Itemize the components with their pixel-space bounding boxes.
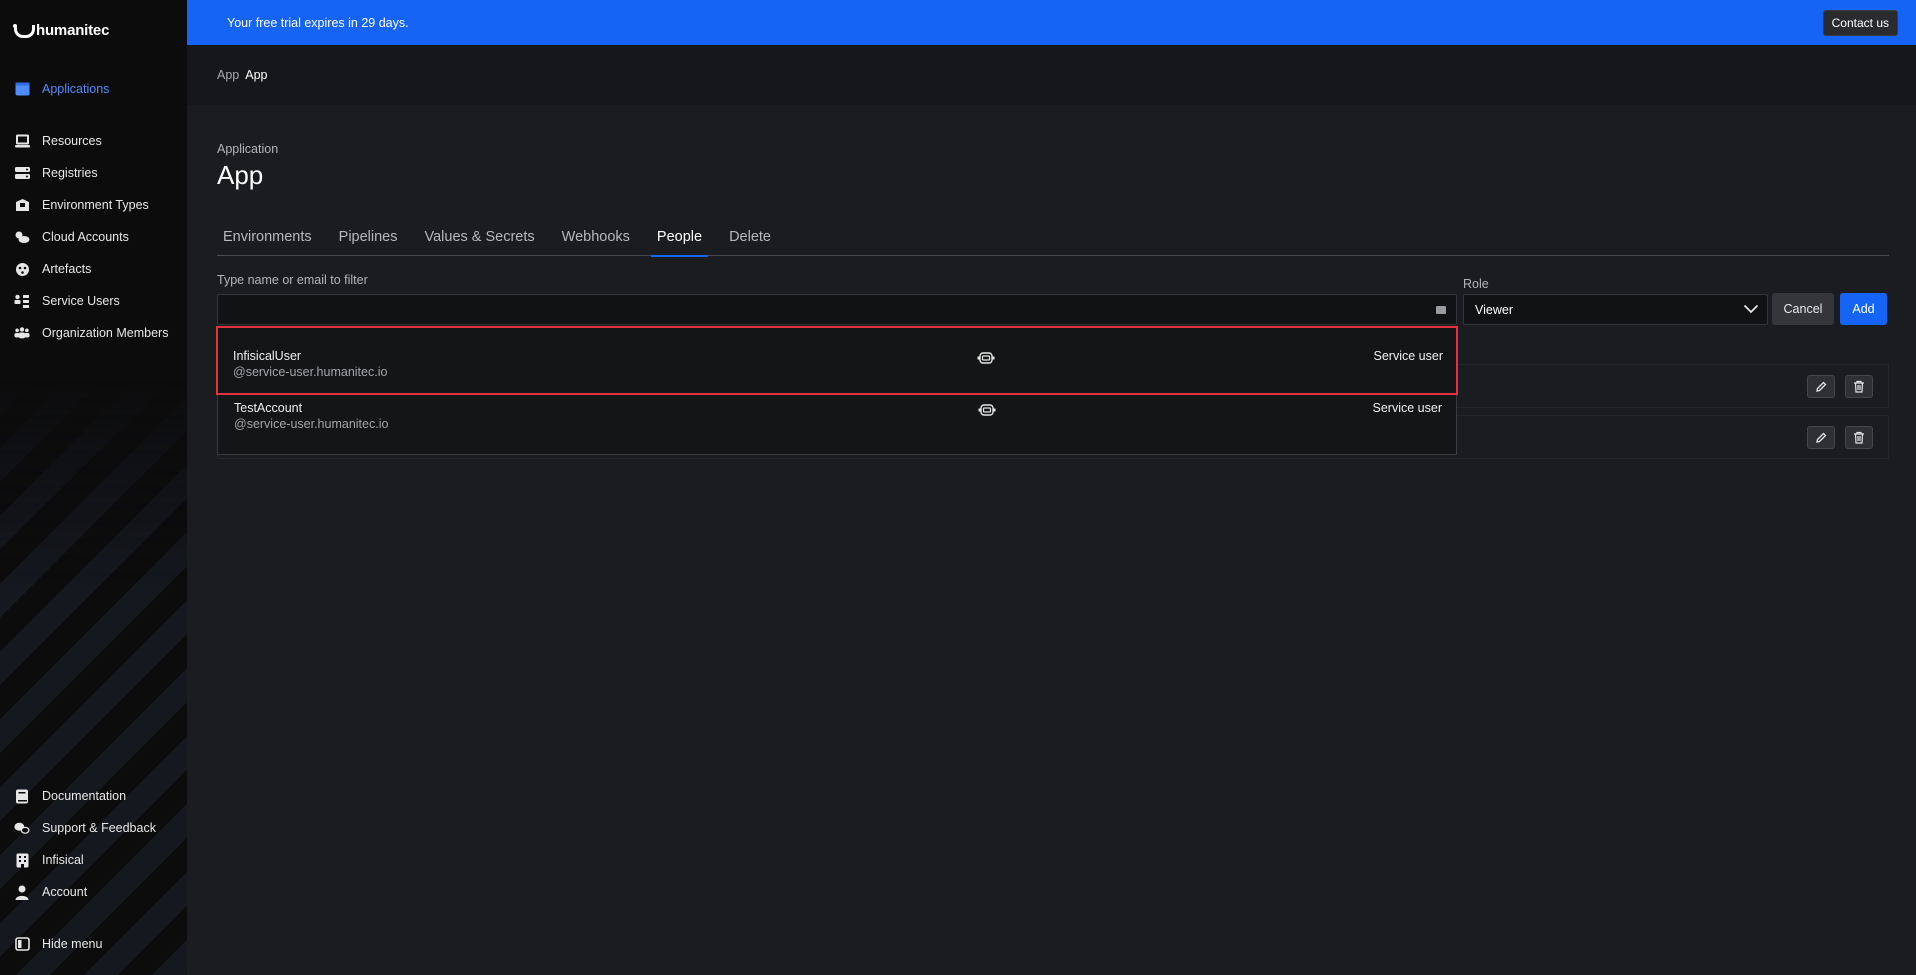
sidebar-item-environment-types[interactable]: Environment Types: [14, 195, 149, 215]
sidebar-item-service-users[interactable]: Service Users: [14, 291, 120, 311]
trial-banner: Your free trial expires in 29 days. Cont…: [187, 0, 1916, 45]
tab-bar: Environments Pipelines Values & Secrets …: [217, 222, 1889, 257]
resources-icon: [14, 133, 30, 149]
organization-members-icon: [14, 325, 30, 341]
sidebar-item-applications[interactable]: Applications: [14, 79, 109, 99]
sidebar-item-label: Service Users: [42, 294, 120, 308]
pencil-icon: [1816, 432, 1827, 443]
trash-icon: [1854, 431, 1864, 444]
sidebar-item-label: Applications: [42, 82, 110, 96]
delete-button[interactable]: [1845, 375, 1873, 398]
hide-menu-label: Hide menu: [42, 937, 103, 951]
humanitec-logo-icon: [13, 23, 35, 38]
trash-icon: [1854, 380, 1864, 393]
sidebar-item-label: Artefacts: [42, 262, 92, 276]
sidebar-item-label: Registries: [42, 166, 98, 180]
suggestion-type: Service user: [1372, 401, 1442, 415]
filter-field: [217, 294, 1457, 325]
add-button[interactable]: Add: [1840, 293, 1887, 325]
sidebar-item-label: Resources: [42, 134, 102, 148]
sidebar-item-support-feedback[interactable]: Support & Feedback: [14, 818, 156, 838]
organization-icon: [14, 852, 30, 868]
robot-icon: [978, 403, 996, 419]
trial-message: Your free trial expires in 29 days.: [227, 15, 409, 30]
chevron-down-icon: [1743, 303, 1759, 317]
sidebar-item-label: Cloud Accounts: [42, 230, 129, 244]
brand-name: humanitec: [36, 22, 110, 39]
robot-icon: [977, 351, 995, 367]
suggestion-email: @service-user.humanitec.io: [233, 365, 388, 379]
suggestion-type: Service user: [1373, 349, 1443, 363]
sidebar-item-account[interactable]: Account: [14, 882, 87, 902]
tab-pipelines[interactable]: Pipelines: [333, 222, 404, 256]
sidebar-item-resources[interactable]: Resources: [14, 131, 102, 151]
logo[interactable]: humanitec: [13, 22, 109, 39]
page-title: App: [217, 160, 264, 190]
sidebar-item-cloud-accounts[interactable]: Cloud Accounts: [14, 227, 129, 247]
sidebar: humanitec Applications Resources Registr…: [0, 0, 187, 975]
edit-button[interactable]: [1807, 426, 1835, 449]
sidebar-item-infisical[interactable]: Infisical: [14, 850, 84, 870]
sidebar-item-registries[interactable]: Registries: [14, 163, 98, 183]
sidebar-item-label: Account: [42, 885, 88, 899]
environment-types-icon: [14, 197, 30, 213]
tab-webhooks[interactable]: Webhooks: [556, 222, 636, 256]
clear-icon[interactable]: [1436, 306, 1446, 314]
suggestion-name: TestAccount: [234, 401, 303, 415]
tab-delete[interactable]: Delete: [723, 222, 777, 256]
sidebar-toggle-icon: [14, 936, 30, 952]
breadcrumb-parent[interactable]: App: [217, 68, 239, 82]
filter-label: Type name or email to filter: [217, 273, 368, 287]
cloud-accounts-icon: [14, 229, 30, 245]
breadcrumb-current: App: [245, 68, 268, 82]
pencil-icon: [1816, 381, 1827, 392]
sidebar-item-label: Environment Types: [42, 198, 149, 212]
tab-values-secrets[interactable]: Values & Secrets: [419, 222, 541, 256]
suggestion-item[interactable]: TestAccount @service-user.humanitec.io S…: [218, 394, 1456, 446]
suggestion-name: InfisicalUser: [233, 349, 302, 363]
applications-icon: [14, 81, 30, 97]
registries-icon: [14, 165, 30, 181]
filter-input[interactable]: [218, 295, 1456, 324]
role-select[interactable]: Viewer: [1463, 294, 1768, 325]
sidebar-item-artefacts[interactable]: Artefacts: [14, 259, 91, 279]
tab-environments[interactable]: Environments: [217, 222, 318, 256]
sidebar-item-label: Infisical: [42, 853, 84, 867]
sidebar-item-label: Documentation: [42, 789, 127, 803]
tab-people[interactable]: People: [650, 222, 709, 257]
breadcrumb: App App: [187, 45, 1916, 105]
suggestion-item[interactable]: InfisicalUser @service-user.humanitec.io…: [216, 326, 1458, 395]
role-label: Role: [1463, 277, 1489, 291]
hide-menu-button[interactable]: Hide menu: [14, 934, 102, 954]
delete-button[interactable]: [1845, 426, 1873, 449]
support-feedback-icon: [14, 820, 30, 836]
edit-button[interactable]: [1807, 375, 1835, 398]
role-selected-value: Viewer: [1475, 302, 1513, 317]
sidebar-item-organization-members[interactable]: Organization Members: [14, 323, 168, 343]
suggestion-email: @service-user.humanitec.io: [234, 417, 389, 431]
documentation-icon: [14, 788, 30, 804]
sidebar-item-label: Organization Members: [42, 326, 169, 340]
sidebar-item-documentation[interactable]: Documentation: [14, 786, 126, 806]
service-users-icon: [14, 293, 30, 309]
sidebar-item-label: Support & Feedback: [42, 821, 156, 835]
account-icon: [14, 884, 30, 900]
contact-us-button[interactable]: Contact us: [1822, 9, 1898, 36]
cancel-button[interactable]: Cancel: [1772, 293, 1834, 325]
user-suggestions-dropdown: InfisicalUser @service-user.humanitec.io…: [216, 326, 1458, 455]
artefacts-icon: [14, 261, 30, 277]
page-subtitle: Application: [217, 142, 279, 156]
